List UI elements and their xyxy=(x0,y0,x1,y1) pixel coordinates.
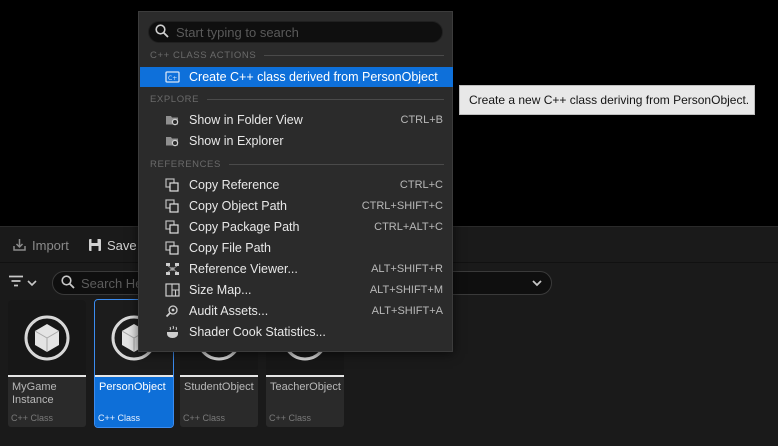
menu-item-label: Reference Viewer... xyxy=(189,262,298,276)
import-icon xyxy=(12,238,27,252)
save-icon xyxy=(88,238,102,252)
menu-item-shortcut: CTRL+ALT+C xyxy=(374,221,443,233)
search-icon xyxy=(155,23,169,41)
size-map-icon xyxy=(165,283,180,297)
asset-name: TeacherObject xyxy=(270,381,341,393)
asset-name: StudentObject xyxy=(184,381,254,393)
asset-name: MyGame Instance xyxy=(12,381,57,406)
tooltip: Create a new C++ class deriving from Per… xyxy=(459,85,755,115)
menu-item-shader-cook-statistics[interactable]: Shader Cook Statistics... xyxy=(140,322,453,342)
menu-item-show-in-explorer[interactable]: Show in Explorer xyxy=(140,131,453,151)
content-search-placeholder: Search He xyxy=(81,275,143,291)
svg-text:C+: C+ xyxy=(168,75,177,82)
section-header-explore: EXPLORE xyxy=(150,93,444,105)
menu-item-label: Copy Package Path xyxy=(189,220,300,234)
asset-tile[interactable]: MyGame Instance C++ Class xyxy=(8,300,86,427)
menu-item-label: Show in Folder View xyxy=(189,113,303,127)
search-icon xyxy=(61,274,75,292)
menu-item-create-cpp-class[interactable]: C+ Create C++ class derived from PersonO… xyxy=(140,67,453,87)
asset-type: C++ Class xyxy=(183,413,226,423)
copy-icon xyxy=(165,199,180,213)
asset-type: C++ Class xyxy=(11,413,54,423)
menu-item-audit-assets[interactable]: Audit Assets... ALT+SHIFT+A xyxy=(140,301,453,321)
menu-item-label: Show in Explorer xyxy=(189,134,284,148)
menu-item-shortcut: CTRL+B xyxy=(400,114,444,126)
save-button[interactable]: Save xyxy=(88,233,137,257)
asset-thumbnail xyxy=(8,300,86,375)
folder-search-icon xyxy=(165,113,180,127)
menu-item-copy-file-path[interactable]: Copy File Path xyxy=(140,238,453,258)
section-header-references: REFERENCES xyxy=(150,158,444,170)
save-label: Save xyxy=(107,237,137,253)
menu-item-copy-package-path[interactable]: Copy Package Path CTRL+ALT+C xyxy=(140,217,453,237)
menu-item-shortcut: CTRL+SHIFT+C xyxy=(361,200,443,212)
import-label: Import xyxy=(32,237,69,253)
asset-type: C++ Class xyxy=(98,413,141,423)
search-options-chevron-icon[interactable] xyxy=(531,276,543,293)
menu-item-label: Copy File Path xyxy=(189,241,271,255)
menu-item-show-in-folder-view[interactable]: Show in Folder View CTRL+B xyxy=(140,110,453,130)
asset-type: C++ Class xyxy=(269,413,312,423)
chevron-down-icon xyxy=(27,274,37,292)
menu-item-label: Copy Reference xyxy=(189,178,280,192)
folder-search-icon xyxy=(165,134,180,148)
tooltip-text: Create a new C++ class deriving from Per… xyxy=(469,93,750,107)
copy-icon xyxy=(165,241,180,255)
section-header-cpp: C++ CLASS ACTIONS xyxy=(150,49,444,61)
copy-icon xyxy=(165,178,180,192)
asset-color-bar xyxy=(180,375,258,377)
filter-icon xyxy=(8,274,24,292)
audit-icon xyxy=(165,304,180,318)
menu-search-placeholder: Start typing to search xyxy=(176,24,299,40)
section-label: C++ CLASS ACTIONS xyxy=(150,49,257,61)
menu-item-reference-viewer[interactable]: Reference Viewer... ALT+SHIFT+R xyxy=(140,259,453,279)
section-label: EXPLORE xyxy=(150,93,200,105)
shader-cook-icon xyxy=(165,325,180,339)
menu-item-shortcut: CTRL+C xyxy=(399,179,443,191)
reference-viewer-icon xyxy=(165,262,180,276)
copy-icon xyxy=(165,220,180,234)
menu-item-copy-object-path[interactable]: Copy Object Path CTRL+SHIFT+C xyxy=(140,196,453,216)
asset-color-bar xyxy=(95,375,173,377)
menu-item-label: Audit Assets... xyxy=(189,304,269,318)
filter-button[interactable] xyxy=(8,271,44,295)
menu-item-size-map[interactable]: Size Map... ALT+SHIFT+M xyxy=(140,280,453,300)
context-menu: Start typing to search C++ CLASS ACTIONS… xyxy=(138,11,453,352)
menu-item-label: Copy Object Path xyxy=(189,199,287,213)
menu-item-shortcut: ALT+SHIFT+R xyxy=(371,263,443,275)
import-button[interactable]: Import xyxy=(12,233,69,257)
menu-item-label: Size Map... xyxy=(189,283,252,297)
menu-item-copy-reference[interactable]: Copy Reference CTRL+C xyxy=(140,175,453,195)
asset-color-bar xyxy=(8,375,86,377)
menu-item-label: Create C++ class derived from PersonObje… xyxy=(189,70,438,84)
cpp-class-icon: C+ xyxy=(165,70,180,84)
menu-item-shortcut: ALT+SHIFT+A xyxy=(371,305,443,317)
menu-search-input[interactable]: Start typing to search xyxy=(148,21,443,43)
menu-item-shortcut: ALT+SHIFT+M xyxy=(369,284,443,296)
menu-item-label: Shader Cook Statistics... xyxy=(189,325,326,339)
asset-color-bar xyxy=(266,375,344,377)
asset-name: PersonObject xyxy=(99,381,166,393)
cube-icon xyxy=(24,315,70,360)
section-label: REFERENCES xyxy=(150,158,221,170)
